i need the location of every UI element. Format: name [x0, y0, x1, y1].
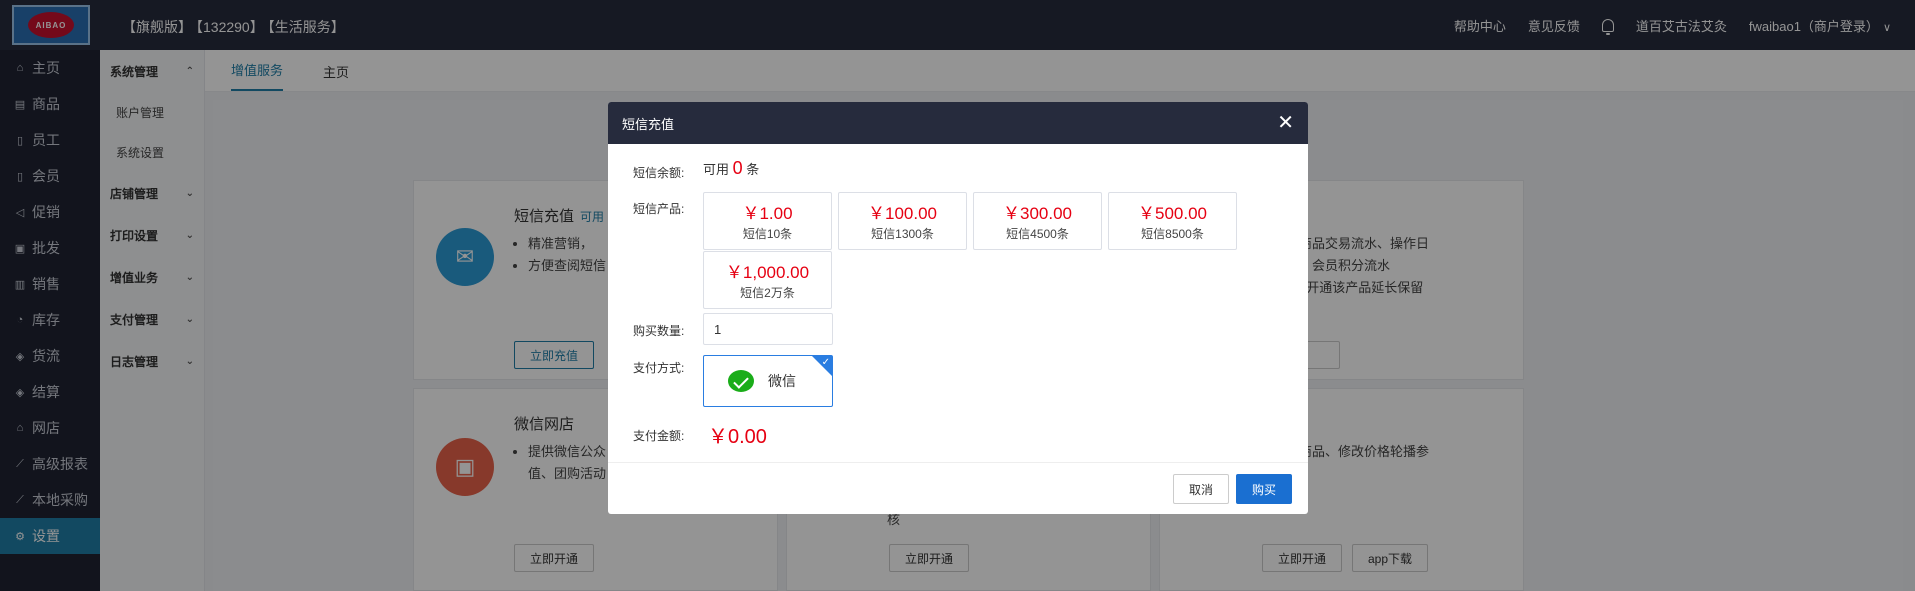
product-option[interactable]: ￥100.00 短信1300条 — [838, 192, 967, 250]
payment-option-wechat[interactable]: 微信 ✓ — [703, 355, 833, 407]
sms-recharge-dialog: 短信充值 ✕ 短信余额: 可用 0 条 短信产品: ￥1.00 短信10条 ￥1… — [608, 102, 1308, 514]
product-price: ￥1,000.00 — [725, 263, 810, 282]
buy-button[interactable]: 购买 — [1236, 474, 1292, 504]
dialog-title: 短信充值 — [622, 116, 675, 132]
product-price: ￥1.00 — [742, 204, 793, 223]
payment-method-label: 微信 — [768, 373, 796, 389]
product-desc: 短信10条 — [742, 227, 793, 241]
amount-value: ￥0.00 — [708, 426, 767, 448]
product-label: 短信产品: — [633, 202, 685, 216]
dialog-header: 短信充值 ✕ — [608, 102, 1308, 144]
cancel-button[interactable]: 取消 — [1173, 474, 1229, 504]
wechat-icon — [728, 370, 754, 392]
product-option[interactable]: ￥1,000.00 短信2万条 — [703, 251, 832, 309]
product-price: ￥300.00 — [1003, 204, 1072, 223]
product-option[interactable]: ￥1.00 短信10条 — [703, 192, 832, 250]
product-price: ￥500.00 — [1138, 204, 1207, 223]
product-desc: 短信8500条 — [1141, 227, 1204, 241]
close-icon[interactable]: ✕ — [1277, 113, 1294, 133]
balance-label: 短信余额: — [633, 166, 685, 180]
balance-unit: 条 — [746, 162, 760, 177]
balance-prefix: 可用 — [703, 162, 730, 177]
balance-value: 可用 0 条 — [703, 158, 759, 179]
product-price: ￥100.00 — [868, 204, 937, 223]
amount-label: 支付金额: — [633, 429, 685, 443]
dialog-footer: 取消 购买 — [608, 462, 1308, 514]
payment-label: 支付方式: — [633, 361, 685, 375]
product-option[interactable]: ￥300.00 短信4500条 — [973, 192, 1102, 250]
product-desc: 短信2万条 — [740, 286, 795, 300]
quantity-input[interactable]: 1 — [703, 313, 833, 345]
product-desc: 短信1300条 — [871, 227, 934, 241]
check-icon: ✓ — [821, 357, 830, 368]
balance-count: 0 — [732, 158, 743, 178]
quantity-label: 购买数量: — [633, 324, 685, 338]
product-option[interactable]: ￥500.00 短信8500条 — [1108, 192, 1237, 250]
product-desc: 短信4500条 — [1006, 227, 1069, 241]
